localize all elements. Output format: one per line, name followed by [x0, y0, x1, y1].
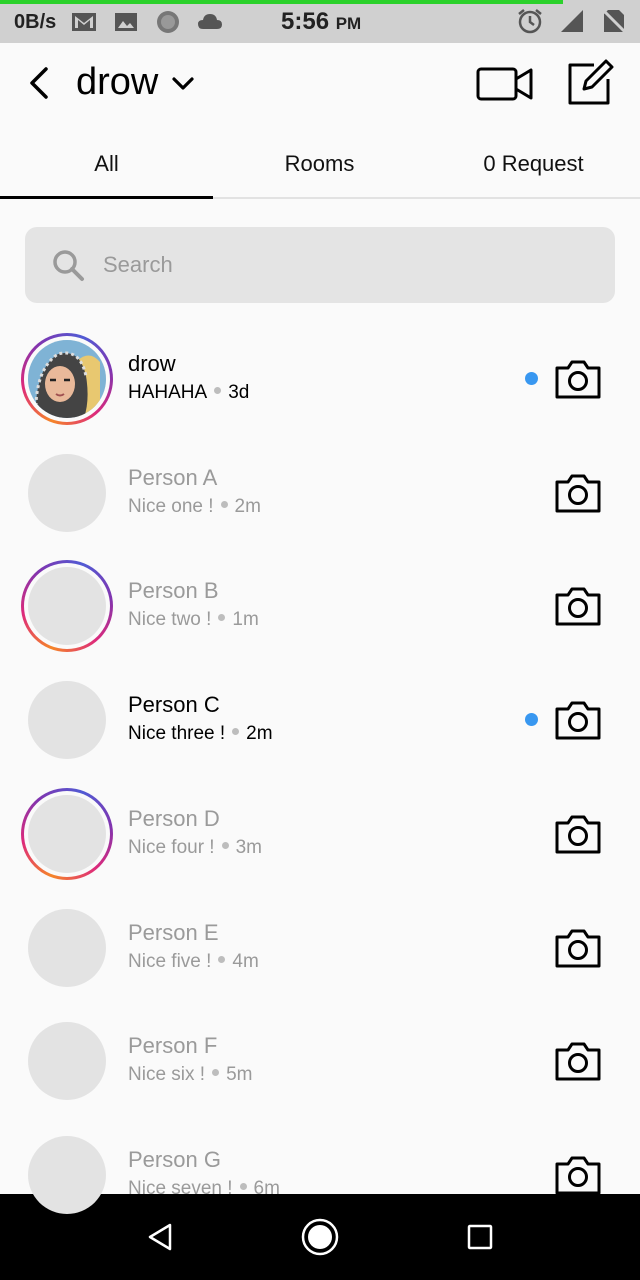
camera-icon[interactable]	[554, 813, 602, 855]
separator-dot	[221, 842, 229, 850]
clock-time: 5:56	[281, 8, 330, 35]
thread-row[interactable]: Person F Nice six ! 5m	[0, 1003, 640, 1117]
unread-dot	[525, 372, 538, 385]
thread-name: Person G	[128, 1147, 221, 1172]
avatar[interactable]	[28, 340, 106, 418]
separator-dot	[218, 956, 226, 964]
thread-name: Person F	[128, 1033, 218, 1058]
thread-message: Nice three !	[128, 723, 226, 744]
compose-icon[interactable]	[564, 57, 614, 109]
avatar[interactable]	[28, 681, 106, 759]
camera-icon[interactable]	[554, 927, 602, 969]
status-progress-bar	[0, 0, 564, 4]
avatar[interactable]	[28, 909, 106, 987]
thread-name: Person A	[128, 465, 218, 490]
nav-recents-icon[interactable]	[466, 1223, 494, 1251]
thread-row[interactable]: Person C Nice three ! 2m	[0, 662, 640, 776]
camera-icon[interactable]	[554, 358, 602, 400]
status-left-group: 0B/s	[14, 8, 224, 36]
thread-message: HAHAHA	[128, 382, 208, 403]
alarm-icon	[518, 9, 542, 34]
camera-icon[interactable]	[554, 1154, 602, 1196]
active-tab-indicator	[0, 196, 213, 199]
thread-row[interactable]: Person B Nice two ! 1m	[0, 548, 640, 662]
profile-photo	[28, 340, 106, 418]
page-title[interactable]: drow	[76, 61, 158, 104]
separator-dot	[220, 501, 228, 509]
thread-time: 1m	[232, 609, 259, 630]
thread-message: Nice four !	[128, 837, 215, 858]
back-icon[interactable]	[20, 63, 60, 103]
camera-icon[interactable]	[554, 585, 602, 627]
thread-time: 2m	[246, 723, 273, 744]
tab-rooms[interactable]: Rooms	[213, 151, 426, 177]
camera-icon[interactable]	[554, 472, 602, 514]
search-input[interactable]	[103, 227, 583, 303]
separator-dot	[218, 614, 226, 622]
avatar[interactable]	[28, 567, 106, 645]
tab-requests[interactable]: 0 Request	[427, 151, 640, 177]
thread-message: Nice two !	[128, 609, 212, 630]
avatar[interactable]	[28, 1136, 106, 1214]
net-speed: 0B/s	[14, 10, 57, 33]
separator-dot	[239, 1183, 247, 1191]
thread-name: Person B	[128, 578, 219, 603]
thread-name: Person D	[128, 806, 220, 831]
camera-icon[interactable]	[554, 1040, 602, 1082]
thread-preview: Nice five ! 4m	[128, 951, 259, 973]
tab-all[interactable]: All	[0, 151, 213, 177]
camera-icon[interactable]	[554, 699, 602, 741]
gmail-icon	[72, 13, 97, 31]
avatar[interactable]	[28, 1022, 106, 1100]
thread-name: Person C	[128, 692, 220, 717]
status-right-group	[516, 7, 628, 35]
thread-message: Nice one !	[128, 496, 214, 517]
thread-message: Nice five !	[128, 951, 212, 972]
thread-name: drow	[128, 351, 176, 376]
system-nav-bar	[0, 1194, 640, 1280]
video-call-icon[interactable]	[476, 65, 534, 103]
thread-time: 3d	[228, 382, 250, 403]
thread-preview: Nice one ! 2m	[128, 496, 261, 518]
separator-dot	[232, 728, 240, 736]
nav-home-icon[interactable]	[300, 1217, 340, 1257]
unread-dot	[525, 713, 538, 726]
header: drow	[0, 43, 640, 127]
avatar[interactable]	[28, 454, 106, 532]
thread-row[interactable]: drow HAHAHA 3d	[0, 321, 640, 435]
thread-time: 2m	[234, 496, 261, 517]
thread-row[interactable]: Person E Nice five ! 4m	[0, 890, 640, 1004]
thread-row[interactable]: Person A Nice one ! 2m	[0, 435, 640, 549]
thread-preview: Nice six ! 5m	[128, 1064, 252, 1086]
no-sim-icon	[600, 7, 628, 35]
signal-icon	[561, 10, 583, 32]
thread-row[interactable]: Person D Nice four ! 3m	[0, 776, 640, 890]
thread-name: Person E	[128, 920, 219, 945]
avatar[interactable]	[28, 795, 106, 873]
clock-ampm: PM	[335, 14, 362, 33]
cloud-icon	[198, 14, 223, 29]
status-time: 5:56 PM	[281, 8, 361, 36]
image-icon	[115, 13, 138, 31]
thread-message: Nice six !	[128, 1064, 206, 1085]
separator-dot	[212, 1069, 220, 1077]
thread-preview: Nice three ! 2m	[128, 723, 273, 745]
thread-preview: Nice four ! 3m	[128, 837, 262, 859]
search-icon	[53, 250, 84, 281]
chevron-down-icon[interactable]	[170, 73, 196, 95]
thread-time: 3m	[235, 837, 262, 858]
status-bar: 0B/s 5:56 PM	[0, 0, 640, 43]
circle-icon	[157, 11, 180, 33]
thread-preview: Nice two ! 1m	[128, 609, 259, 631]
separator-dot	[214, 387, 222, 395]
tab-bar: All Rooms 0 Request	[0, 127, 640, 199]
thread-preview: HAHAHA 3d	[128, 382, 249, 404]
thread-time: 5m	[226, 1064, 253, 1085]
search-bar[interactable]	[25, 227, 615, 303]
thread-time: 4m	[232, 951, 259, 972]
nav-back-icon[interactable]	[144, 1221, 176, 1253]
